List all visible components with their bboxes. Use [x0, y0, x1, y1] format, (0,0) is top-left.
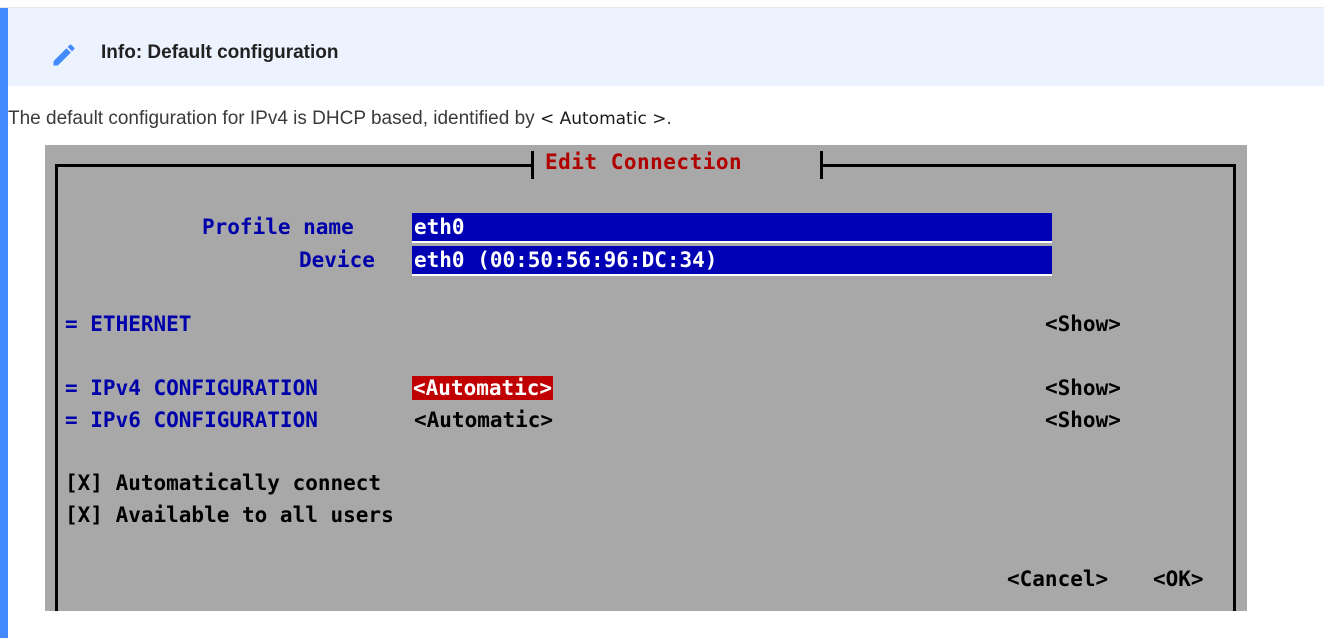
- ipv4-section: = IPv4 CONFIGURATION: [65, 376, 318, 400]
- frame-right: [1233, 164, 1236, 611]
- ethernet-section[interactable]: = ETHERNET: [65, 311, 191, 337]
- ipv4-show-button[interactable]: <Show>: [1045, 375, 1121, 401]
- admonition-text: The default configuration for IPv4 is DH…: [8, 108, 672, 130]
- device-field[interactable]: eth0 (00:50:56:96:DC:34): [412, 246, 1052, 276]
- ethernet-show-button[interactable]: <Show>: [1045, 311, 1121, 337]
- ok-button[interactable]: <OK>: [1153, 566, 1204, 592]
- cancel-button[interactable]: <Cancel>: [1007, 566, 1108, 592]
- ipv6-section: = IPv6 CONFIGURATION: [65, 408, 318, 432]
- all-users-checkbox[interactable]: [X] Available to all users: [65, 502, 394, 528]
- ipv6-show-button[interactable]: <Show>: [1045, 407, 1121, 433]
- device-label: Device: [299, 248, 375, 272]
- admonition-header: Info: Default configuration: [8, 8, 1324, 86]
- nmtui-screenshot: Edit Connection Profile name eth0 Device…: [45, 145, 1247, 611]
- admonition-title: Info: Default configuration: [101, 42, 339, 63]
- auto-connect-checkbox[interactable]: [X] Automatically connect: [65, 470, 381, 496]
- dialog-title: Edit Connection: [545, 150, 743, 174]
- frame-title-tick-right: [820, 151, 823, 179]
- text-before: The default configuration for IPv4 is DH…: [8, 108, 540, 129]
- pencil-icon: [53, 44, 75, 66]
- frame-top-right: [823, 164, 1236, 167]
- ipv6-mode-button[interactable]: <Automatic>: [414, 407, 553, 433]
- frame-top-left: [55, 164, 531, 167]
- frame-title-tick-left: [531, 151, 534, 179]
- text-after: .: [666, 108, 672, 129]
- frame-left: [55, 164, 58, 611]
- profile-name-field[interactable]: eth0: [412, 213, 1052, 243]
- profile-name-label: Profile name: [202, 215, 354, 239]
- automatic-code: < Automatic >: [539, 109, 667, 129]
- ipv4-mode-button[interactable]: <Automatic>: [412, 375, 554, 401]
- info-admonition: Info: Default configuration The default …: [0, 8, 1324, 638]
- ipv4-mode-value[interactable]: <Automatic>: [412, 376, 554, 400]
